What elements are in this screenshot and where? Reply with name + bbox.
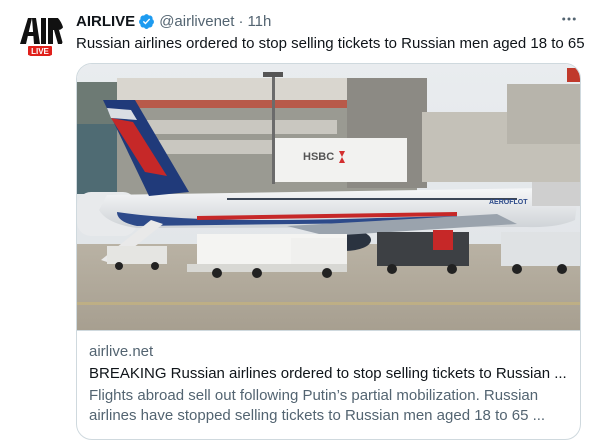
- avatar[interactable]: LIVE: [16, 10, 64, 58]
- hangar-sign-text: HSBC: [303, 151, 334, 163]
- more-options-icon[interactable]: [559, 9, 579, 29]
- verified-badge-icon: [138, 13, 155, 30]
- tweet-header: AIRLIVE @airlivenet · 11h: [76, 11, 271, 31]
- card-title: BREAKING Russian airlines ordered to sto…: [89, 365, 567, 382]
- card-description: Flights abroad sell out following Putin’…: [89, 386, 568, 426]
- card-domain: airlive.net: [89, 343, 154, 360]
- livery-text: AEROFLOT: [489, 199, 528, 206]
- tweet[interactable]: LIVE AIRLIVE @airlivenet · 11h Russian a…: [0, 0, 595, 444]
- author-name[interactable]: AIRLIVE: [76, 13, 135, 30]
- timestamp[interactable]: 11h: [247, 13, 271, 30]
- avatar-badge-text: LIVE: [31, 47, 49, 56]
- tweet-text: Russian airlines ordered to stop selling…: [76, 35, 585, 52]
- link-card[interactable]: HSBC AEROFLOT airlive.net BREAKING Russi…: [76, 63, 581, 440]
- author-handle[interactable]: @airlivenet: [159, 13, 234, 30]
- separator-dot: ·: [238, 12, 244, 30]
- card-body[interactable]: airlive.net BREAKING Russian airlines or…: [77, 330, 580, 439]
- card-description-line-1: Flights abroad sell out following Putin’…: [89, 387, 539, 404]
- airlive-logo-icon: LIVE: [16, 10, 64, 58]
- card-description-line-2: airlines have stopped selling tickets to…: [89, 407, 546, 424]
- aircraft-photo[interactable]: HSBC AEROFLOT: [77, 64, 580, 330]
